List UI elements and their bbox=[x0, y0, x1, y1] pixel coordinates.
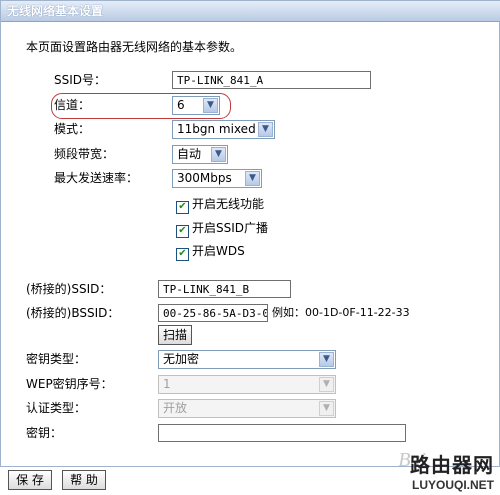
help-button[interactable]: 帮 助 bbox=[62, 470, 106, 490]
checkmark-icon: ✔ bbox=[176, 225, 189, 238]
enable-wds-checkbox[interactable]: ✔ 开启WDS bbox=[176, 243, 245, 261]
auth-type-label: 认证类型： bbox=[26, 401, 87, 415]
window-title: 无线网络基本设置 bbox=[7, 4, 104, 18]
key-type-label: 密钥类型： bbox=[26, 352, 87, 366]
mode-value: 11bgn mixed bbox=[177, 122, 256, 136]
scan-button[interactable]: 扫描 bbox=[158, 325, 192, 345]
checkmark-icon: ✔ bbox=[176, 201, 189, 214]
bridge-bssid-label: (桥接的)BSSID： bbox=[26, 306, 120, 320]
channel-label: 信道： bbox=[54, 98, 91, 112]
rate-label: 最大发送速率： bbox=[54, 171, 139, 185]
chevron-down-icon: ▼ bbox=[245, 171, 260, 186]
watermark-brand: 路由器网 bbox=[410, 453, 494, 477]
chevron-down-icon: ▼ bbox=[258, 122, 273, 137]
bandwidth-select[interactable]: 自动 ▼ bbox=[172, 145, 228, 164]
key-type-value: 无加密 bbox=[163, 352, 200, 366]
checkbox-label: 开启SSID广播 bbox=[192, 221, 269, 235]
wep-index-label: WEP密钥序号： bbox=[26, 377, 113, 391]
checkbox-label: 开启无线功能 bbox=[192, 197, 265, 211]
intro-text: 本页面设置路由器无线网络的基本参数。 bbox=[26, 40, 243, 54]
bandwidth-label: 频段带宽： bbox=[54, 147, 115, 161]
channel-select[interactable]: 6 ▼ bbox=[172, 96, 220, 115]
bridge-ssid-label: (桥接的)SSID： bbox=[26, 282, 112, 296]
key-input[interactable] bbox=[158, 424, 406, 442]
chevron-down-icon: ▼ bbox=[203, 98, 218, 113]
enable-wireless-checkbox[interactable]: ✔ 开启无线功能 bbox=[176, 196, 264, 214]
title-bar: 无线网络基本设置 bbox=[1, 1, 500, 22]
mode-label: 模式： bbox=[54, 122, 91, 136]
enable-ssid-broadcast-checkbox[interactable]: ✔ 开启SSID广播 bbox=[176, 220, 268, 238]
bandwidth-value: 自动 bbox=[177, 147, 202, 161]
rate-select[interactable]: 300Mbps ▼ bbox=[172, 169, 262, 188]
key-label: 密钥： bbox=[26, 426, 63, 440]
bridge-ssid-input[interactable]: TP-LINK_841_B bbox=[158, 280, 291, 298]
site-watermark: 路由器网 LUYOUQI.NET bbox=[410, 449, 494, 492]
checkbox-label: 开启WDS bbox=[192, 244, 245, 258]
channel-value: 6 bbox=[177, 98, 185, 112]
bridge-bssid-input[interactable]: 00-25-86-5A-D3-06 bbox=[158, 304, 268, 322]
key-type-select[interactable]: 无加密 ▼ bbox=[158, 350, 336, 369]
bssid-example: 例如：00-1D-0F-11-22-33 bbox=[272, 306, 410, 319]
chevron-down-icon: ▼ bbox=[211, 147, 226, 162]
auth-type-value: 开放 bbox=[163, 401, 188, 415]
rate-value: 300Mbps bbox=[177, 171, 232, 185]
mode-select[interactable]: 11bgn mixed ▼ bbox=[172, 120, 275, 139]
wep-index-value: 1 bbox=[163, 377, 171, 391]
chevron-down-icon: ▼ bbox=[319, 377, 334, 392]
chevron-down-icon: ▼ bbox=[319, 401, 334, 416]
save-button[interactable]: 保 存 bbox=[8, 470, 52, 490]
watermark-site: LUYOUQI.NET bbox=[411, 478, 494, 492]
checkmark-icon: ✔ bbox=[176, 248, 189, 261]
ssid-label: SSID号： bbox=[54, 73, 107, 87]
chevron-down-icon: ▼ bbox=[319, 352, 334, 367]
wep-index-select[interactable]: 1 ▼ bbox=[158, 375, 336, 394]
auth-type-select[interactable]: 开放 ▼ bbox=[158, 399, 336, 418]
ssid-input[interactable]: TP-LINK_841_A bbox=[172, 71, 371, 89]
